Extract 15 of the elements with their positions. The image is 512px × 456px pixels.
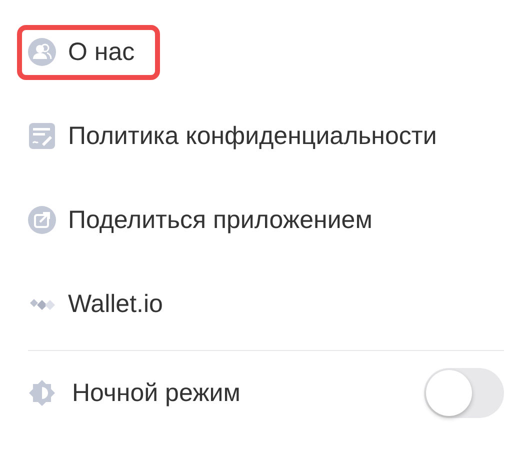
people-icon (28, 38, 56, 66)
night-mode-toggle[interactable] (424, 368, 504, 418)
menu-item[interactable]: Wallet.io (17, 276, 188, 332)
menu-label: Wallet.io (68, 290, 163, 318)
document-icon (28, 122, 56, 150)
brightness-icon (28, 379, 56, 407)
share-icon (28, 206, 56, 234)
menu-item[interactable]: О нас (17, 24, 160, 80)
menu-item[interactable]: Поделиться приложением (17, 192, 398, 248)
menu-item[interactable]: Политика конфиденциальности (17, 108, 462, 164)
menu-label: Поделиться приложением (68, 206, 372, 234)
night-mode-label: Ночной режим (72, 378, 242, 408)
menu-label: Политика конфиденциальности (68, 122, 437, 150)
menu-label: О нас (68, 38, 135, 66)
diamonds-icon (28, 298, 56, 310)
